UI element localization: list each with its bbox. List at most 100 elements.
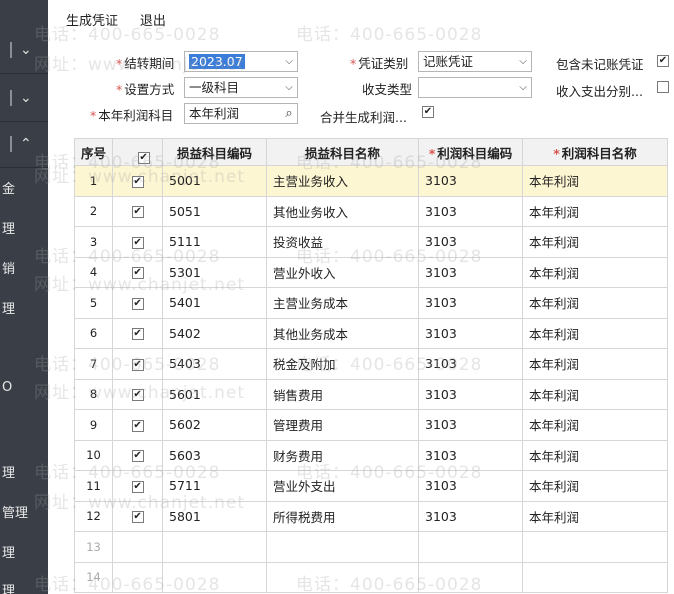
include-unposted-checkbox[interactable]: [657, 55, 669, 67]
row-profit-code: 3103: [418, 470, 524, 502]
profit-account-input[interactable]: 本年利润 ⌕: [184, 103, 298, 124]
exit-button[interactable]: 退出: [140, 14, 166, 29]
row-checkbox[interactable]: [131, 175, 144, 188]
row-select[interactable]: [112, 439, 164, 471]
select-all-checkbox[interactable]: [137, 152, 150, 164]
col-header-code: 损益科目编码: [162, 138, 268, 166]
row-checkbox[interactable]: [131, 358, 144, 371]
row-profit-code: 3103: [418, 500, 524, 532]
chevron-down-icon[interactable]: ⌵: [515, 78, 531, 97]
row-select[interactable]: [112, 561, 164, 593]
row-checkbox[interactable]: [131, 267, 144, 280]
period-value: 2023.07: [189, 54, 245, 69]
row-no: 13: [73, 531, 114, 563]
table-row[interactable]: 11 5711 营业外支出 3103 本年利润: [73, 470, 668, 502]
row-checkbox[interactable]: [131, 511, 144, 524]
col-header-profit-code: * 利润科目编码: [418, 138, 524, 166]
table-row[interactable]: 9 5602 管理费用 3103 本年利润: [73, 409, 668, 441]
sidebar-collapse-button-2[interactable]: ⌄: [0, 76, 48, 122]
row-select[interactable]: [112, 409, 164, 441]
method-select[interactable]: 一级科目 ⌵: [184, 77, 298, 98]
row-select[interactable]: [112, 500, 164, 532]
row-checkbox[interactable]: [131, 328, 144, 341]
row-profit-code: 3103: [418, 256, 524, 288]
row-profit-name: 本年利润: [522, 378, 668, 410]
sidebar-item[interactable]: 管理: [2, 502, 28, 521]
table-row[interactable]: 5 5401 主营业务成本 3103 本年利润: [73, 287, 668, 319]
row-profit-name[interactable]: [522, 561, 668, 593]
row-no: 5: [73, 287, 114, 319]
search-icon[interactable]: ⌕: [281, 104, 297, 123]
income-type-select[interactable]: ⌵: [418, 77, 532, 98]
sidebar-collapse-button-3[interactable]: ⌃: [0, 122, 48, 168]
row-select[interactable]: [112, 287, 164, 319]
row-checkbox[interactable]: [131, 480, 144, 493]
row-code[interactable]: [162, 561, 268, 593]
row-name: 营业外支出: [266, 470, 420, 502]
row-no: 1: [73, 165, 114, 197]
row-profit-code: 3103: [418, 409, 524, 441]
merge-checkbox[interactable]: [422, 106, 434, 118]
voucher-type-select[interactable]: 记账凭证 ⌵: [418, 51, 532, 72]
table-row[interactable]: 6 5402 其他业务成本 3103 本年利润: [73, 317, 668, 349]
row-code: 5301: [162, 256, 268, 288]
row-profit-code[interactable]: [418, 531, 524, 563]
split-checkbox[interactable]: [657, 81, 669, 93]
row-code[interactable]: [162, 531, 268, 563]
chevron-down-icon[interactable]: ⌵: [515, 52, 531, 71]
sidebar-item[interactable]: 理: [2, 542, 15, 561]
table-row[interactable]: 4 5301 营业外收入 3103 本年利润: [73, 256, 668, 288]
row-select[interactable]: [112, 317, 164, 349]
row-checkbox[interactable]: [131, 450, 144, 463]
sidebar-item[interactable]: 理: [2, 218, 15, 237]
table-row[interactable]: 12 5801 所得税费用 3103 本年利润: [73, 500, 668, 532]
sidebar-item[interactable]: 销: [2, 258, 15, 277]
sidebar-item[interactable]: O: [2, 380, 12, 395]
row-name[interactable]: [266, 561, 420, 593]
chevron-down-icon[interactable]: ⌵: [281, 52, 297, 71]
table-row[interactable]: 10 5603 财务费用 3103 本年利润: [73, 439, 668, 471]
col-header-select[interactable]: [112, 138, 164, 166]
table-row[interactable]: 7 5403 税金及附加 3103 本年利润: [73, 348, 668, 380]
row-select[interactable]: [112, 165, 164, 197]
table-row[interactable]: 3 5111 投资收益 3103 本年利润: [73, 226, 668, 258]
row-no: 10: [73, 439, 114, 471]
table-row[interactable]: 14: [73, 561, 668, 593]
row-checkbox[interactable]: [131, 206, 144, 219]
row-profit-code[interactable]: [418, 561, 524, 593]
table-row[interactable]: 8 5601 销售费用 3103 本年利润: [73, 378, 668, 410]
row-name: 投资收益: [266, 226, 420, 258]
method-label: * 设置方式: [116, 82, 175, 97]
row-code: 5603: [162, 439, 268, 471]
sidebar-item[interactable]: 理: [2, 462, 15, 481]
sidebar-collapse-button-1[interactable]: ⌄: [0, 28, 48, 74]
left-sidebar: ⌄ ⌄ ⌃ 金 理 销 理 O 理 管理 理 理: [0, 0, 48, 594]
period-select[interactable]: 2023.07 ⌵: [184, 51, 298, 72]
row-select[interactable]: [112, 378, 164, 410]
row-checkbox[interactable]: [131, 419, 144, 432]
generate-voucher-button[interactable]: 生成凭证: [66, 14, 118, 29]
row-profit-name: 本年利润: [522, 226, 668, 258]
row-code: 5602: [162, 409, 268, 441]
row-checkbox[interactable]: [131, 236, 144, 249]
table-row[interactable]: 1 5001 主营业务收入 3103 本年利润: [73, 165, 668, 197]
row-select[interactable]: [112, 470, 164, 502]
chevron-down-icon[interactable]: ⌵: [281, 78, 297, 97]
row-select[interactable]: [112, 348, 164, 380]
sidebar-item[interactable]: 理: [2, 580, 15, 594]
row-checkbox[interactable]: [131, 297, 144, 310]
sidebar-item[interactable]: 金: [2, 178, 15, 197]
sidebar-item[interactable]: 理: [2, 298, 15, 317]
row-checkbox[interactable]: [131, 389, 144, 402]
row-select[interactable]: [112, 256, 164, 288]
row-select[interactable]: [112, 195, 164, 227]
row-select[interactable]: [112, 226, 164, 258]
table-row[interactable]: 2 5051 其他业务收入 3103 本年利润: [73, 195, 668, 227]
row-profit-name: 本年利润: [522, 500, 668, 532]
row-profit-name[interactable]: [522, 531, 668, 563]
row-name: 管理费用: [266, 409, 420, 441]
row-name[interactable]: [266, 531, 420, 563]
voucher-type-label: * 凭证类别: [350, 56, 409, 71]
table-row[interactable]: 13: [73, 531, 668, 563]
row-select[interactable]: [112, 531, 164, 563]
